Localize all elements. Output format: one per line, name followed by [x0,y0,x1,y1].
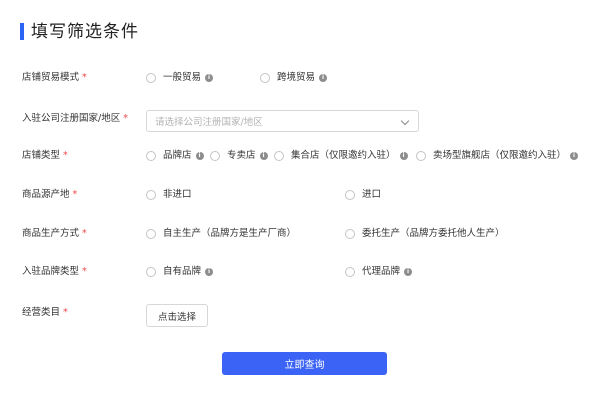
radio-mall-flagship-store[interactable]: 卖场型旗舰店（仅限邀约入驻） i [416,149,579,163]
required-mark: * [72,189,78,200]
brand-type-label: 入驻品牌类型 * [22,266,87,277]
radio-general-trade[interactable]: 一般贸易 i [146,71,214,85]
info-icon[interactable]: i [259,152,268,160]
trade-mode-label: 店铺贸易模式 * [22,72,87,83]
radio-circle[interactable] [416,151,426,161]
country-select-placeholder: 请选择公司注册国家/地区 [155,117,263,128]
radio-circle[interactable] [146,267,156,277]
country-select[interactable]: 请选择公司注册国家/地区 [146,110,419,132]
info-icon[interactable]: i [319,74,328,82]
required-mark: * [123,113,128,124]
shop-type-label: 店铺类型 * [22,150,68,161]
page-title: 填写筛选条件 [31,22,139,42]
radio-circle[interactable] [210,151,220,161]
category-label: 经营类目 * [22,307,68,318]
info-icon[interactable]: i [205,74,214,82]
radio-circle[interactable] [345,229,355,239]
production-label: 商品生产方式 * [22,228,87,239]
radio-import[interactable]: 进口 [345,188,381,202]
radio-circle[interactable] [146,73,156,83]
info-icon[interactable]: i [205,268,214,276]
radio-own-brand[interactable]: 自有品牌 i [146,265,214,279]
radio-non-import[interactable]: 非进口 [146,188,192,202]
radio-cross-border-trade[interactable]: 跨境贸易 i [260,71,328,85]
info-icon[interactable]: i [399,152,408,160]
info-icon[interactable]: i [404,268,413,276]
radio-exclusive-store[interactable]: 专卖店 i [210,149,268,163]
title-accent-bar [20,23,24,40]
radio-brand-store[interactable]: 品牌店 i [146,149,204,163]
origin-label: 商品源产地 * [22,189,78,200]
country-label: 入驻公司注册国家/地区 * [22,113,128,124]
select-category-button[interactable]: 点击选择 [146,304,208,327]
radio-circle[interactable] [260,73,270,83]
query-button[interactable]: 立即查询 [222,352,387,375]
info-icon[interactable]: i [570,152,579,160]
radio-circle[interactable] [146,229,156,239]
radio-circle[interactable] [274,151,284,161]
required-mark: * [82,72,87,83]
required-mark: * [82,266,87,277]
required-mark: * [63,150,68,161]
radio-self-production[interactable]: 自主生产（品牌方是生产厂商） [146,227,296,241]
info-icon[interactable]: i [195,152,204,160]
required-mark: * [63,307,68,318]
radio-entrusted-production[interactable]: 委托生产（品牌方委托他人生产） [345,227,505,241]
chevron-down-icon [400,116,410,126]
radio-circle[interactable] [146,151,156,161]
radio-circle[interactable] [345,267,355,277]
radio-agent-brand[interactable]: 代理品牌 i [345,265,413,279]
radio-collection-store[interactable]: 集合店（仅限邀约入驻） i [274,149,408,163]
radio-circle[interactable] [345,190,355,200]
required-mark: * [82,228,87,239]
radio-circle[interactable] [146,190,156,200]
